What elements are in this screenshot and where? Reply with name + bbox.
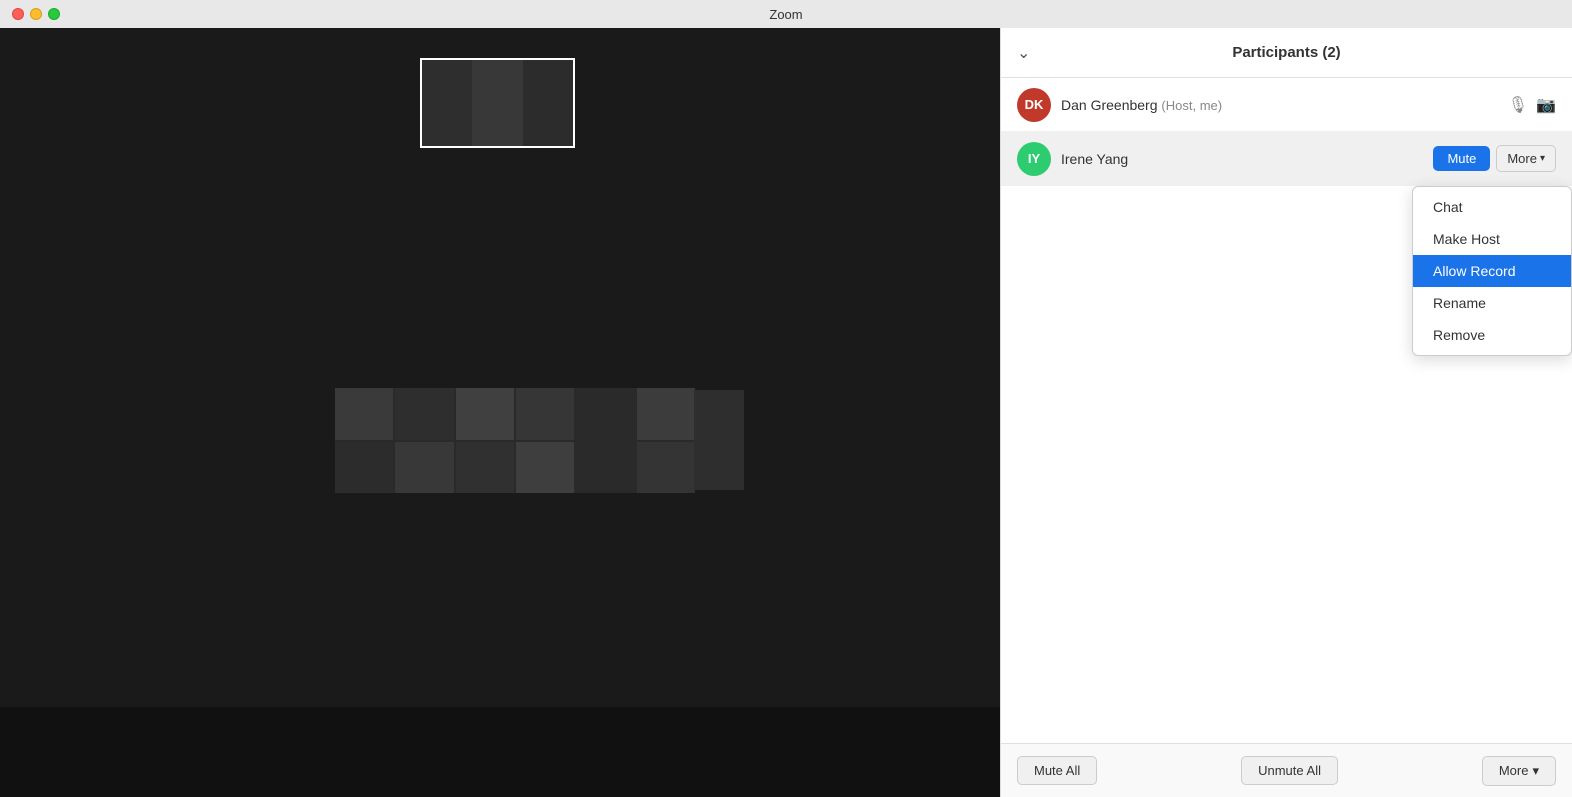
video-content bbox=[0, 28, 1000, 707]
panel-title: Participants (2) bbox=[1232, 44, 1340, 61]
mic-icon: 🎙 bbox=[1508, 95, 1528, 115]
dropdown-item-chat[interactable]: Chat bbox=[1413, 191, 1571, 223]
participant-item-dk: DK Dan Greenberg (Host, me) 🎙 📷 bbox=[1001, 78, 1572, 132]
video-block-8 bbox=[395, 442, 453, 494]
video-block-9 bbox=[456, 442, 514, 494]
window-title: Zoom bbox=[769, 7, 802, 22]
more-button[interactable]: More ▾ bbox=[1496, 145, 1556, 172]
video-block-5 bbox=[576, 388, 634, 440]
video-block-11 bbox=[576, 442, 634, 494]
panel-footer: Mute All Unmute All More ▾ bbox=[1001, 743, 1572, 797]
mute-all-button[interactable]: Mute All bbox=[1017, 756, 1097, 785]
participant-list: DK Dan Greenberg (Host, me) 🎙 📷 IY Irene… bbox=[1001, 78, 1572, 743]
chevron-down-icon: ▾ bbox=[1532, 763, 1539, 779]
video-block-1 bbox=[335, 388, 393, 440]
dropdown-item-make-host[interactable]: Make Host bbox=[1413, 223, 1571, 255]
video-bottom-bar bbox=[0, 707, 1000, 797]
dropdown-item-remove[interactable]: Remove bbox=[1413, 319, 1571, 351]
maximize-button[interactable] bbox=[48, 8, 60, 20]
participant-actions-iy: Mute More ▾ bbox=[1433, 145, 1556, 172]
video-block-3 bbox=[456, 388, 514, 440]
dropdown-item-allow-record[interactable]: Allow Record bbox=[1413, 255, 1571, 287]
title-bar: Zoom bbox=[0, 0, 1572, 28]
main-area: ⌄ Participants (2) DK Dan Greenberg (Hos… bbox=[0, 28, 1572, 797]
more-dropdown-menu: Chat Make Host Allow Record Rename Remov… bbox=[1412, 186, 1572, 356]
video-thumbnail-top bbox=[420, 58, 575, 148]
thumb-block-2 bbox=[472, 60, 522, 146]
participants-panel: ⌄ Participants (2) DK Dan Greenberg (Hos… bbox=[1000, 28, 1572, 797]
video-main-participant bbox=[335, 388, 695, 493]
chevron-down-icon[interactable]: ⌄ bbox=[1017, 43, 1030, 63]
avatar-dk: DK bbox=[1017, 88, 1051, 122]
footer-more-button[interactable]: More ▾ bbox=[1482, 756, 1556, 786]
participant-name-dk: Dan Greenberg (Host, me) bbox=[1061, 97, 1508, 113]
traffic-lights bbox=[12, 8, 60, 20]
video-block-7 bbox=[335, 442, 393, 494]
thumb-block-3 bbox=[523, 60, 573, 146]
panel-header: ⌄ Participants (2) bbox=[1001, 28, 1572, 78]
minimize-button[interactable] bbox=[30, 8, 42, 20]
host-label: (Host, me) bbox=[1161, 98, 1222, 113]
unmute-all-button[interactable]: Unmute All bbox=[1241, 756, 1338, 785]
video-block-4 bbox=[516, 388, 574, 440]
thumb-block-1 bbox=[422, 60, 472, 146]
video-area bbox=[0, 28, 1000, 797]
video-side-element bbox=[694, 390, 744, 490]
mute-button[interactable]: Mute bbox=[1433, 146, 1490, 171]
video-block-6 bbox=[637, 388, 695, 440]
participant-icons-dk: 🎙 📷 bbox=[1508, 95, 1556, 115]
avatar-iy: IY bbox=[1017, 142, 1051, 176]
video-block-12 bbox=[637, 442, 695, 494]
dropdown-item-rename[interactable]: Rename bbox=[1413, 287, 1571, 319]
video-block-10 bbox=[516, 442, 574, 494]
participant-name-iy: Irene Yang bbox=[1061, 151, 1433, 167]
participant-item-iy: IY Irene Yang Mute More ▾ Chat Make Host bbox=[1001, 132, 1572, 186]
video-block-2 bbox=[395, 388, 453, 440]
camera-icon: 📷 bbox=[1536, 95, 1556, 115]
close-button[interactable] bbox=[12, 8, 24, 20]
chevron-down-icon: ▾ bbox=[1540, 153, 1545, 164]
